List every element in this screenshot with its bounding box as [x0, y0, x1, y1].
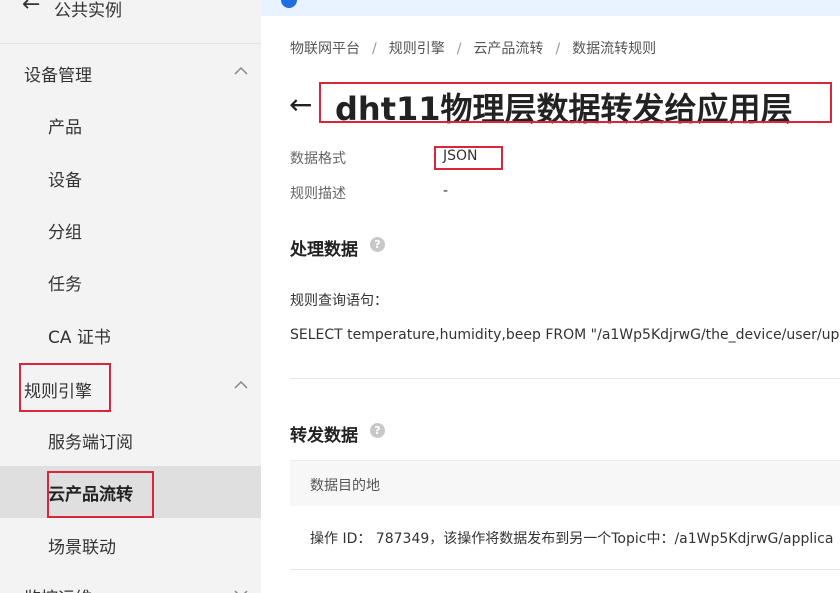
sidebar: ← 公共实例 设备管理 产品 设备 分组 任务 CA 证书 规则引擎 服务端订阅… [0, 0, 261, 593]
back-to-instances[interactable]: ← 公共实例 [0, 0, 261, 44]
breadcrumb-separator: / [372, 41, 377, 57]
section-title-process-data: 处理数据 [290, 240, 358, 260]
sidebar-item-label: 产品 [48, 118, 82, 138]
sidebar-item-label: 服务端订阅 [48, 433, 133, 453]
arrow-left-icon[interactable]: ← [289, 88, 312, 121]
sidebar-item-products[interactable]: 产品 [0, 99, 261, 151]
main-content: 物联网平台 / 规则引擎 / 云产品流转 / 数据流转规则 ← dht11物理层数据转发给应… [261, 0, 840, 593]
info-banner [261, 0, 840, 16]
description-label: 规则描述 [290, 186, 346, 202]
breadcrumb-separator: / [555, 41, 561, 57]
chevron-down-icon[interactable] [233, 586, 249, 593]
query-statement: SELECT temperature,humidity,beep FROM "/… [290, 327, 840, 343]
sidebar-item-server-subscription[interactable]: 服务端订阅 [0, 414, 261, 466]
breadcrumb-item-rule-engine[interactable]: 规则引擎 [389, 41, 445, 57]
sidebar-item-ca-certificates[interactable]: CA 证书 [0, 309, 261, 361]
breadcrumb-item-current: 数据流转规则 [572, 41, 657, 57]
group-title-device-management[interactable]: 设备管理 [24, 61, 92, 86]
sidebar-item-label: 任务 [48, 275, 82, 295]
sidebar-item-label: 场景联动 [48, 538, 116, 558]
breadcrumb-separator: / [456, 41, 462, 57]
table-row: 操作 ID： 787349，该操作将数据发布到另一个Topic中：/a1Wp5K… [290, 506, 840, 570]
info-icon [281, 0, 297, 8]
breadcrumb: 物联网平台 / 规则引擎 / 云产品流转 / 数据流转规则 [290, 38, 656, 58]
format-label: 数据格式 [290, 151, 346, 167]
sidebar-item-label: CA 证书 [48, 328, 111, 348]
breadcrumb-item-iot-platform[interactable]: 物联网平台 [290, 41, 360, 57]
highlight-box-rule-engine [19, 363, 111, 412]
sidebar-item-label: 分组 [48, 223, 82, 243]
sidebar-item-groups[interactable]: 分组 [0, 204, 261, 256]
arrow-left-icon[interactable]: ← [22, 0, 40, 17]
chevron-up-icon[interactable] [233, 377, 249, 393]
highlight-box-title [319, 82, 832, 123]
table-header: 数据目的地 [290, 460, 840, 506]
sidebar-item-tasks[interactable]: 任务 [0, 256, 261, 308]
section-title-forward-data: 转发数据 [290, 426, 358, 446]
column-header-destination: 数据目的地 [310, 478, 380, 494]
breadcrumb-item-data-forwarding[interactable]: 云产品流转 [473, 41, 543, 57]
sidebar-item-label: 设备 [48, 171, 82, 191]
highlight-box-format [434, 146, 503, 170]
query-label: 规则查询语句： [290, 293, 388, 309]
question-circle-icon[interactable]: ? [370, 423, 385, 438]
group-title-monitoring[interactable]: 监控运维 [24, 584, 92, 593]
chevron-up-icon[interactable] [233, 63, 249, 79]
divider [290, 378, 840, 379]
sidebar-item-devices[interactable]: 设备 [0, 152, 261, 204]
question-circle-icon[interactable]: ? [370, 237, 385, 252]
forward-action-text: 操作 ID： 787349，该操作将数据发布到另一个Topic中：/a1Wp5K… [310, 531, 834, 547]
description-value: - [443, 183, 449, 199]
back-label[interactable]: 公共实例 [54, 0, 122, 21]
sidebar-item-scene-linkage[interactable]: 场景联动 [0, 519, 261, 571]
highlight-box-data-forwarding [47, 471, 154, 518]
